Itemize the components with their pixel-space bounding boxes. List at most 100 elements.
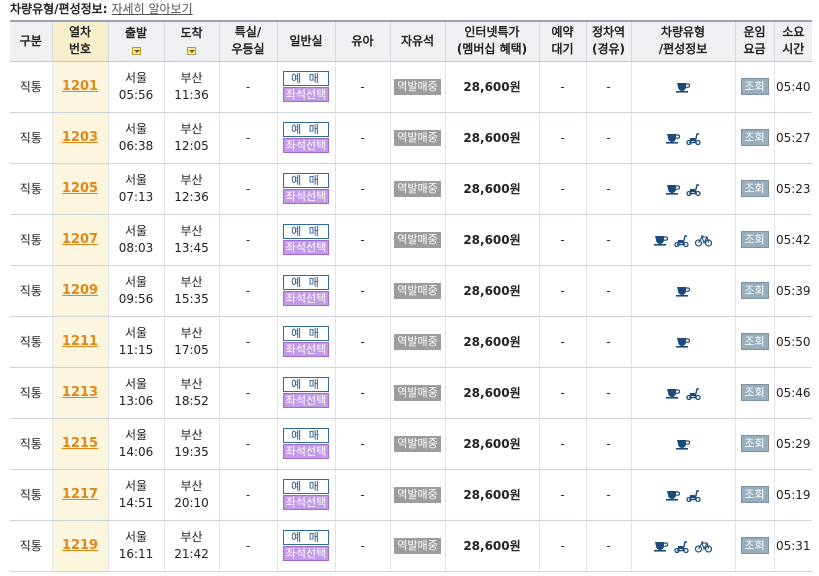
special-seat-cell: - xyxy=(218,367,277,419)
station-sale-button[interactable]: 역발매중 xyxy=(394,78,441,95)
arrival-time: 21:42 xyxy=(174,546,209,561)
fare-view-button[interactable]: 조회 xyxy=(740,384,769,401)
fare-view-button[interactable]: 조회 xyxy=(740,231,769,248)
standing-cell: 역발매중 xyxy=(389,163,445,215)
special-seat-cell: - xyxy=(218,61,277,113)
train-no-link[interactable]: 1211 xyxy=(62,334,98,349)
seat-select-button[interactable]: 좌석선택 xyxy=(283,546,329,561)
stops-cell: - xyxy=(585,367,631,419)
fare-view-button[interactable]: 조회 xyxy=(740,129,769,146)
station-sale-button[interactable]: 역발매중 xyxy=(394,231,441,248)
fare-view-button[interactable]: 조회 xyxy=(740,78,769,95)
train-no-cell: 1217 xyxy=(51,469,108,521)
scooter-icon xyxy=(685,183,701,196)
vehicle-info-detail-link[interactable]: 자세히 알아보기 xyxy=(112,2,193,16)
seat-select-button[interactable]: 좌석선택 xyxy=(283,393,329,408)
departure-time: 14:06 xyxy=(118,444,154,459)
type-cell: 직통 xyxy=(10,265,52,317)
arrival-station: 부산 xyxy=(180,529,203,544)
train-no-link[interactable]: 1215 xyxy=(62,436,98,451)
general-seat-cell: 예 매 좌석선택 xyxy=(276,520,335,572)
station-sale-button[interactable]: 역발매중 xyxy=(394,282,441,299)
type-cell: 직통 xyxy=(10,469,52,521)
reserve-button[interactable]: 예 매 xyxy=(283,428,329,443)
fare-view-button[interactable]: 조회 xyxy=(740,486,769,503)
standing-cell: 역발매중 xyxy=(389,367,445,419)
reserve-button[interactable]: 예 매 xyxy=(283,326,329,341)
seat-select-button[interactable]: 좌석선택 xyxy=(283,444,329,459)
reserve-button[interactable]: 예 매 xyxy=(283,224,329,239)
train-kind: 직통 xyxy=(19,386,42,400)
net-price: 28,600원 xyxy=(463,335,521,349)
seat-select-button[interactable]: 좌석선택 xyxy=(283,240,329,255)
fare-view-button[interactable]: 조회 xyxy=(740,180,769,197)
station-sale-button[interactable]: 역발매중 xyxy=(394,129,441,146)
dash-text: - xyxy=(606,538,611,553)
dash-text: - xyxy=(360,232,365,247)
train-kind: 직통 xyxy=(19,131,42,145)
train-no-cell: 1213 xyxy=(51,367,108,419)
vehicle-cell xyxy=(630,112,735,164)
fare-view-button[interactable]: 조회 xyxy=(740,333,769,350)
special-seat-cell: - xyxy=(218,265,277,317)
reserve-button[interactable]: 예 매 xyxy=(283,479,329,494)
dash-text: - xyxy=(245,385,251,400)
reserve-button[interactable]: 예 매 xyxy=(283,173,329,188)
station-sale-button[interactable]: 역발매중 xyxy=(394,384,441,401)
train-no-link[interactable]: 1205 xyxy=(62,181,98,196)
arrival-cell: 부산 13:45 xyxy=(163,214,219,266)
station-sale-button[interactable]: 역발매중 xyxy=(394,486,441,503)
sort-departure-icon[interactable] xyxy=(131,46,141,55)
seat-select-button[interactable]: 좌석선택 xyxy=(283,495,329,510)
fare-view-button[interactable]: 조회 xyxy=(740,282,769,299)
train-no-link[interactable]: 1207 xyxy=(62,232,98,247)
seat-select-button[interactable]: 좌석선택 xyxy=(283,138,329,153)
standing-cell: 역발매중 xyxy=(389,469,445,521)
train-no-link[interactable]: 1217 xyxy=(62,487,98,502)
arrival-cell: 부산 21:42 xyxy=(163,520,219,572)
cafe-icon xyxy=(676,438,690,450)
reserve-button[interactable]: 예 매 xyxy=(283,275,329,290)
seat-select-button[interactable]: 좌석선택 xyxy=(283,87,329,102)
reserve-button[interactable]: 예 매 xyxy=(283,377,329,392)
departure-cell: 서울 14:51 xyxy=(107,469,164,521)
seat-select-button[interactable]: 좌석선택 xyxy=(283,291,329,306)
seat-select-button[interactable]: 좌석선택 xyxy=(283,189,329,204)
train-no-link[interactable]: 1203 xyxy=(62,130,98,145)
train-no-cell: 1205 xyxy=(51,163,108,215)
train-no-link[interactable]: 1201 xyxy=(62,79,98,94)
type-cell: 직통 xyxy=(10,367,52,419)
reserve-button[interactable]: 예 매 xyxy=(283,530,329,545)
general-seat-cell: 예 매 좌석선택 xyxy=(276,265,335,317)
train-no-cell: 1215 xyxy=(51,418,108,470)
station-sale-button[interactable]: 역발매중 xyxy=(394,537,441,554)
train-no-cell: 1211 xyxy=(51,316,108,368)
train-no-cell: 1201 xyxy=(51,61,108,113)
net-price: 28,600원 xyxy=(463,284,521,298)
arrival-cell: 부산 12:05 xyxy=(163,112,219,164)
reserve-button[interactable]: 예 매 xyxy=(283,71,329,86)
net-price-cell: 28,600원 xyxy=(444,214,539,266)
vehicle-cell xyxy=(630,163,735,215)
dash-text: - xyxy=(360,487,365,502)
header-fare: 운임 요금 xyxy=(734,20,774,62)
reserve-button[interactable]: 예 매 xyxy=(283,122,329,137)
infant-cell: - xyxy=(334,418,390,470)
train-no-link[interactable]: 1219 xyxy=(62,538,98,553)
station-sale-button[interactable]: 역발매중 xyxy=(394,180,441,197)
train-no-link[interactable]: 1209 xyxy=(62,283,98,298)
departure-time: 16:11 xyxy=(118,546,154,561)
dash-text: - xyxy=(245,79,251,94)
fare-view-button[interactable]: 조회 xyxy=(740,537,769,554)
station-sale-button[interactable]: 역발매중 xyxy=(394,333,441,350)
dash-text: - xyxy=(245,130,251,145)
station-sale-button[interactable]: 역발매중 xyxy=(394,435,441,452)
dash-text: - xyxy=(360,385,365,400)
fare-view-button[interactable]: 조회 xyxy=(740,435,769,452)
seat-select-button[interactable]: 좌석선택 xyxy=(283,342,329,357)
departure-station: 서울 xyxy=(124,427,148,442)
departure-cell: 서울 06:38 xyxy=(107,112,164,164)
train-no-link[interactable]: 1213 xyxy=(62,385,98,400)
stops-cell: - xyxy=(585,112,631,164)
sort-arrival-icon[interactable] xyxy=(187,46,196,55)
